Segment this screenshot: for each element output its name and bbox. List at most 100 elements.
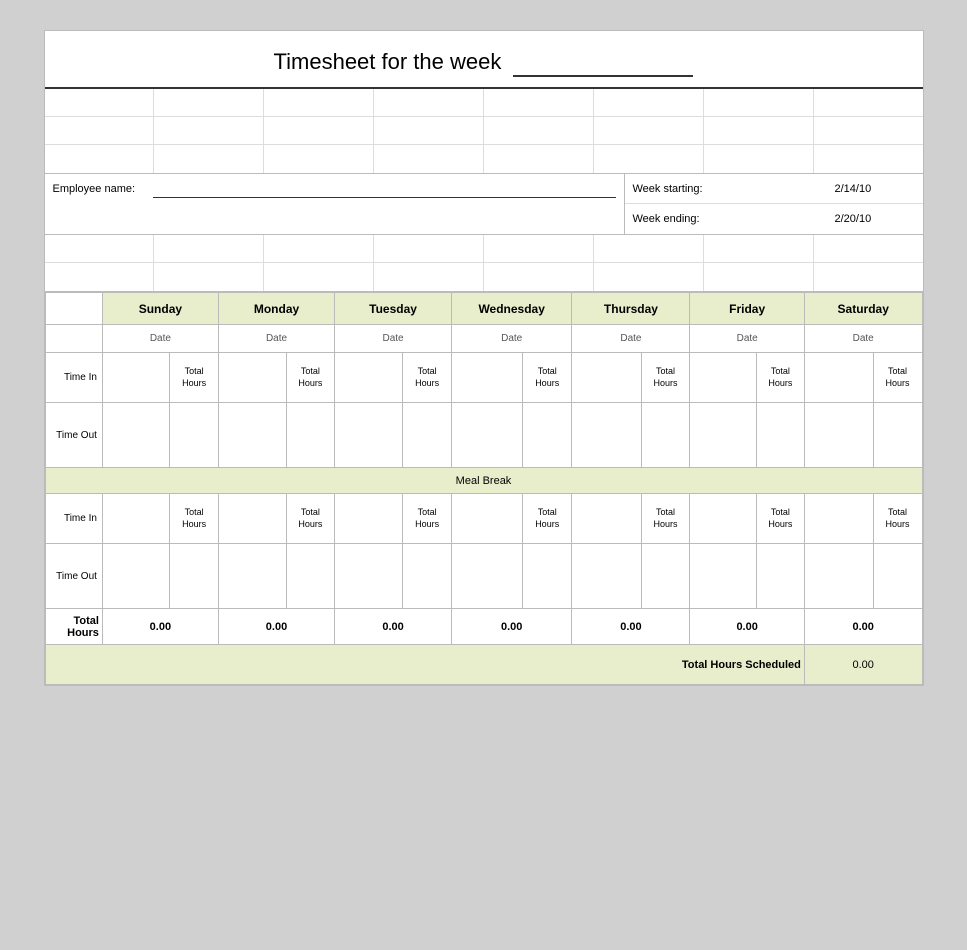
- wed-timeout-1-hours: [522, 403, 571, 468]
- mon-timeout-1[interactable]: [218, 403, 286, 468]
- tue-timein-2[interactable]: [335, 494, 403, 544]
- wed-timeout-2-hours: [522, 544, 571, 609]
- thu-total: 0.00: [572, 609, 690, 645]
- fri-timein-1[interactable]: [690, 353, 756, 403]
- thu-timein-1[interactable]: [572, 353, 641, 403]
- employee-value[interactable]: [153, 180, 616, 198]
- day-header-row: Sunday Monday Tuesday Wednesday Thursday…: [45, 293, 922, 325]
- fri-totalhours-1: TotalHours: [756, 353, 804, 403]
- mon-timein-2[interactable]: [218, 494, 286, 544]
- fri-total: 0.00: [690, 609, 804, 645]
- mon-totalhours-2: TotalHours: [286, 494, 335, 544]
- employee-label: Employee name:: [53, 183, 153, 195]
- empty-header: [45, 293, 102, 325]
- friday-date: Date: [690, 325, 804, 353]
- timesheet: Timesheet for the week Employee name:: [44, 30, 924, 686]
- tuesday-date: Date: [335, 325, 452, 353]
- time-out-row-2: Time Out: [45, 544, 922, 609]
- week-starting-label: Week starting:: [633, 183, 723, 195]
- sat-timeout-2[interactable]: [804, 544, 873, 609]
- wednesday-header: Wednesday: [451, 293, 571, 325]
- tue-totalhours-2: TotalHours: [403, 494, 452, 544]
- time-out-label-1: Time Out: [45, 403, 102, 468]
- time-in-label-1: Time In: [45, 353, 102, 403]
- week-underline[interactable]: [513, 49, 693, 77]
- total-hours-row: Total Hours 0.00 0.00 0.00 0.00 0.00 0.0…: [45, 609, 922, 645]
- sun-totalhours-2: TotalHours: [170, 494, 218, 544]
- tue-timeout-2[interactable]: [335, 544, 403, 609]
- sat-timeout-1-hours: [873, 403, 922, 468]
- sat-total: 0.00: [804, 609, 922, 645]
- title-row: Timesheet for the week: [45, 31, 923, 89]
- wednesday-date: Date: [451, 325, 571, 353]
- mon-timeout-2[interactable]: [218, 544, 286, 609]
- fri-totalhours-2: TotalHours: [756, 494, 804, 544]
- employee-section: Employee name:: [45, 174, 625, 234]
- fri-timeout-2[interactable]: [690, 544, 756, 609]
- total-hours-label: Total Hours: [45, 609, 102, 645]
- thu-timeout-2[interactable]: [572, 544, 641, 609]
- tue-timeout-1[interactable]: [335, 403, 403, 468]
- thu-timein-2[interactable]: [572, 494, 641, 544]
- scheduled-value: 0.00: [804, 645, 922, 685]
- week-starting-value: 2/14/10: [835, 183, 915, 195]
- fri-timeout-1[interactable]: [690, 403, 756, 468]
- mon-timeout-2-hours: [286, 544, 335, 609]
- mon-timein-1[interactable]: [218, 353, 286, 403]
- week-section: Week starting: 2/14/10 Week ending: 2/20…: [625, 174, 923, 234]
- scheduled-row: Total Hours Scheduled 0.00: [45, 645, 922, 685]
- sun-totalhours-1: TotalHours: [170, 353, 218, 403]
- mon-total: 0.00: [218, 609, 334, 645]
- sun-timein-2[interactable]: [102, 494, 170, 544]
- time-out-label-2: Time Out: [45, 544, 102, 609]
- time-in-row-1: Time In TotalHours TotalHours TotalHours…: [45, 353, 922, 403]
- sun-timeout-1-hours: [170, 403, 218, 468]
- sun-timeout-2[interactable]: [102, 544, 170, 609]
- thu-totalhours-2: TotalHours: [641, 494, 690, 544]
- meal-break-label: Meal Break: [45, 468, 922, 494]
- monday-date: Date: [218, 325, 334, 353]
- scheduled-label: Total Hours Scheduled: [45, 645, 804, 685]
- friday-header: Friday: [690, 293, 804, 325]
- time-in-label-2: Time In: [45, 494, 102, 544]
- wed-timeout-1[interactable]: [451, 403, 522, 468]
- info-section: Employee name: Week starting: 2/14/10 We…: [45, 174, 923, 235]
- wed-timein-2[interactable]: [451, 494, 522, 544]
- sun-timein-1[interactable]: [102, 353, 170, 403]
- fri-timeout-1-hours: [756, 403, 804, 468]
- fri-timeout-2-hours: [756, 544, 804, 609]
- sat-timeout-2-hours: [873, 544, 922, 609]
- sat-timein-1[interactable]: [804, 353, 873, 403]
- mon-totalhours-1: TotalHours: [286, 353, 335, 403]
- thu-timeout-2-hours: [641, 544, 690, 609]
- wed-timeout-2[interactable]: [451, 544, 522, 609]
- time-in-row-2: Time In TotalHours TotalHours TotalHours…: [45, 494, 922, 544]
- week-ending-value: 2/20/10: [835, 213, 915, 225]
- meal-break-row: Meal Break: [45, 468, 922, 494]
- thu-totalhours-1: TotalHours: [641, 353, 690, 403]
- wed-totalhours-1: TotalHours: [522, 353, 571, 403]
- tue-timein-1[interactable]: [335, 353, 403, 403]
- sat-totalhours-2: TotalHours: [873, 494, 922, 544]
- saturday-header: Saturday: [804, 293, 922, 325]
- thu-timeout-1[interactable]: [572, 403, 641, 468]
- tuesday-header: Tuesday: [335, 293, 452, 325]
- saturday-date: Date: [804, 325, 922, 353]
- sun-timeout-1[interactable]: [102, 403, 170, 468]
- sat-timein-2[interactable]: [804, 494, 873, 544]
- wed-totalhours-2: TotalHours: [522, 494, 571, 544]
- time-out-row-1: Time Out: [45, 403, 922, 468]
- sat-timeout-1[interactable]: [804, 403, 873, 468]
- wed-timein-1[interactable]: [451, 353, 522, 403]
- title-text: Timesheet for the week: [274, 49, 502, 74]
- sun-total: 0.00: [102, 609, 218, 645]
- sunday-header: Sunday: [102, 293, 218, 325]
- tue-totalhours-1: TotalHours: [403, 353, 452, 403]
- timesheet-table: Sunday Monday Tuesday Wednesday Thursday…: [45, 292, 923, 685]
- tue-timeout-2-hours: [403, 544, 452, 609]
- fri-timein-2[interactable]: [690, 494, 756, 544]
- week-ending-label: Week ending:: [633, 213, 723, 225]
- sun-timeout-2-hours: [170, 544, 218, 609]
- empty-date: [45, 325, 102, 353]
- date-row: Date Date Date Date Date Date Date: [45, 325, 922, 353]
